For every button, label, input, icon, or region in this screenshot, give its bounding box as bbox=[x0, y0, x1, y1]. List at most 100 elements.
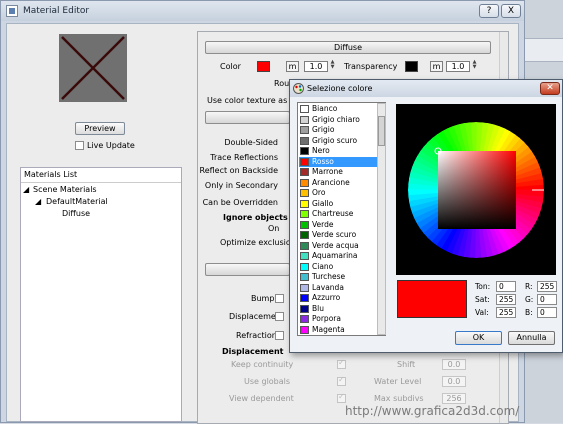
diffuse-section-header[interactable]: Diffuse bbox=[205, 41, 491, 54]
red-label: R: bbox=[525, 282, 533, 291]
green-label: G: bbox=[525, 295, 534, 304]
spinner-arrows-icon[interactable]: ▲ ▼ bbox=[329, 60, 336, 71]
color-list-item[interactable]: Nero bbox=[299, 146, 377, 156]
color-name-label: Grigio chiaro bbox=[312, 114, 360, 124]
color-swatch-icon bbox=[300, 315, 309, 323]
water-level-label: Water Level bbox=[374, 377, 422, 386]
tree-expand-icon[interactable]: ◢ bbox=[23, 185, 29, 194]
color-list-item[interactable]: Grigio scuro bbox=[299, 136, 377, 146]
color-name-label: Rosso bbox=[312, 156, 334, 166]
close-button[interactable]: X bbox=[501, 4, 521, 18]
blue-input[interactable]: 0 bbox=[537, 307, 557, 318]
transparency-swatch[interactable] bbox=[405, 61, 418, 72]
live-update-checkbox[interactable] bbox=[75, 141, 84, 150]
color-name-label: Magenta bbox=[312, 324, 345, 334]
color-swatch-icon bbox=[300, 136, 309, 145]
val-input[interactable]: 255 bbox=[496, 307, 516, 318]
tree-item-scene-materials[interactable]: Scene Materials bbox=[33, 185, 97, 194]
color-wheel-graphic[interactable] bbox=[396, 104, 556, 275]
color-list-item[interactable]: Chartreuse bbox=[299, 209, 377, 219]
scroll-thumb[interactable] bbox=[378, 116, 385, 146]
color-list-item[interactable]: Grigio bbox=[299, 125, 377, 135]
hue-wheel-picker[interactable] bbox=[396, 104, 556, 275]
use-globals-checkbox[interactable] bbox=[337, 375, 346, 386]
reflection-section-header[interactable] bbox=[205, 111, 290, 124]
color-list-scrollbar[interactable] bbox=[377, 103, 386, 335]
color-selection-dialog: Selezione colore ✕ Bianco Grigio chiaro Gr… bbox=[289, 79, 563, 353]
color-swatch-icon bbox=[300, 294, 309, 302]
color-name-label: Verde scuro bbox=[312, 230, 357, 239]
color-list-item[interactable]: Porpora bbox=[299, 314, 377, 324]
color-list-item[interactable]: Ciano bbox=[299, 262, 377, 272]
color-list-item[interactable]: Grigio chiaro bbox=[299, 115, 377, 125]
tree-item-default-material[interactable]: DefaultMaterial bbox=[46, 197, 108, 206]
transparency-map-button[interactable]: m bbox=[430, 61, 443, 72]
color-list-item[interactable]: Bianco bbox=[299, 104, 377, 114]
sat-label: Sat: bbox=[475, 295, 490, 304]
bump-checkbox[interactable] bbox=[275, 294, 284, 303]
color-list-item[interactable]: Azzurro bbox=[299, 293, 377, 303]
color-list-item[interactable]: Marrone bbox=[299, 167, 377, 177]
color-list-item[interactable]: Magenta bbox=[299, 325, 377, 335]
displacement-checkbox[interactable] bbox=[275, 312, 284, 321]
max-subdivs-input[interactable]: 256 bbox=[442, 393, 466, 404]
color-name-label: Bianco bbox=[312, 104, 338, 113]
color-swatch-icon bbox=[300, 241, 309, 250]
bump-label: Bump bbox=[251, 294, 275, 303]
cancel-button[interactable]: Annulla bbox=[508, 331, 555, 345]
palette-icon bbox=[293, 83, 304, 94]
dialog-close-button[interactable]: ✕ bbox=[540, 82, 560, 95]
trace-reflections-label: Trace Reflections bbox=[210, 153, 278, 162]
preview-button[interactable]: Preview bbox=[75, 122, 125, 135]
named-colors-list[interactable]: Bianco Grigio chiaro Grigio Grigio scuro Ner… bbox=[297, 102, 386, 336]
color-list-item[interactable]: Giallo bbox=[299, 199, 377, 209]
transparency-amount-input[interactable]: 1.0 bbox=[446, 61, 470, 72]
color-swatch-icon bbox=[300, 325, 309, 334]
color-list-item[interactable]: Verde scuro bbox=[299, 230, 377, 240]
help-button[interactable]: ? bbox=[479, 4, 499, 18]
hue-input[interactable]: 0 bbox=[496, 281, 516, 292]
blue-label: B: bbox=[525, 308, 533, 317]
color-list-item[interactable]: Turchese bbox=[299, 272, 377, 282]
ok-button[interactable]: OK bbox=[455, 331, 502, 345]
materials-list-header-row: Materials List bbox=[21, 168, 181, 183]
water-level-input[interactable]: 0.0 bbox=[442, 376, 466, 387]
color-name-label: Turchese bbox=[312, 272, 346, 281]
color-map-button[interactable]: m bbox=[286, 61, 299, 72]
color-name-label: Chartreuse bbox=[312, 209, 354, 218]
selected-color-preview bbox=[397, 280, 467, 318]
color-list-item[interactable]: Blu bbox=[299, 304, 377, 314]
color-swatch-icon bbox=[300, 262, 309, 271]
color-list-item[interactable]: Lavanda bbox=[299, 283, 377, 293]
val-label: Val: bbox=[475, 308, 489, 317]
color-name-label: Arancione bbox=[312, 177, 350, 187]
sat-input[interactable]: 255 bbox=[496, 294, 516, 305]
view-dependent-checkbox[interactable] bbox=[337, 392, 346, 403]
color-list-item[interactable]: Verde acqua bbox=[299, 241, 377, 251]
spinner-arrows-icon[interactable]: ▲ ▼ bbox=[471, 60, 478, 71]
color-swatch[interactable] bbox=[257, 61, 270, 72]
red-input[interactable]: 255 bbox=[537, 281, 557, 292]
color-list-item[interactable]: Arancione bbox=[299, 178, 377, 188]
maps-section-header[interactable] bbox=[205, 263, 290, 276]
dialog-title: Selezione colore bbox=[307, 84, 373, 93]
color-list-item[interactable]: Oro bbox=[299, 188, 377, 198]
dialog-title-bar: Selezione colore ✕ bbox=[290, 80, 562, 97]
color-swatch-icon bbox=[300, 168, 309, 176]
color-swatch-icon bbox=[300, 115, 309, 124]
shift-input[interactable]: 0.0 bbox=[442, 359, 466, 370]
color-list-item[interactable]: Verde bbox=[299, 220, 377, 230]
tree-expand-icon[interactable]: ◢ bbox=[35, 197, 41, 206]
tree-item-diffuse[interactable]: Diffuse bbox=[62, 209, 90, 218]
color-swatch-icon bbox=[300, 283, 309, 292]
optimize-exclusion-label: Optimize exclusion bbox=[220, 238, 296, 247]
green-input[interactable]: 0 bbox=[537, 294, 557, 305]
color-list-item[interactable]: Rosso bbox=[299, 156, 377, 167]
color-swatch-icon bbox=[300, 220, 309, 229]
color-name-label: Giallo bbox=[312, 198, 334, 208]
color-amount-input[interactable]: 1.0 bbox=[304, 61, 328, 72]
background-toolbar-strip bbox=[525, 38, 563, 62]
keep-continuity-checkbox[interactable] bbox=[337, 358, 346, 369]
color-list-item[interactable]: Aquamarina bbox=[299, 251, 377, 261]
refraction-checkbox[interactable] bbox=[275, 331, 284, 340]
